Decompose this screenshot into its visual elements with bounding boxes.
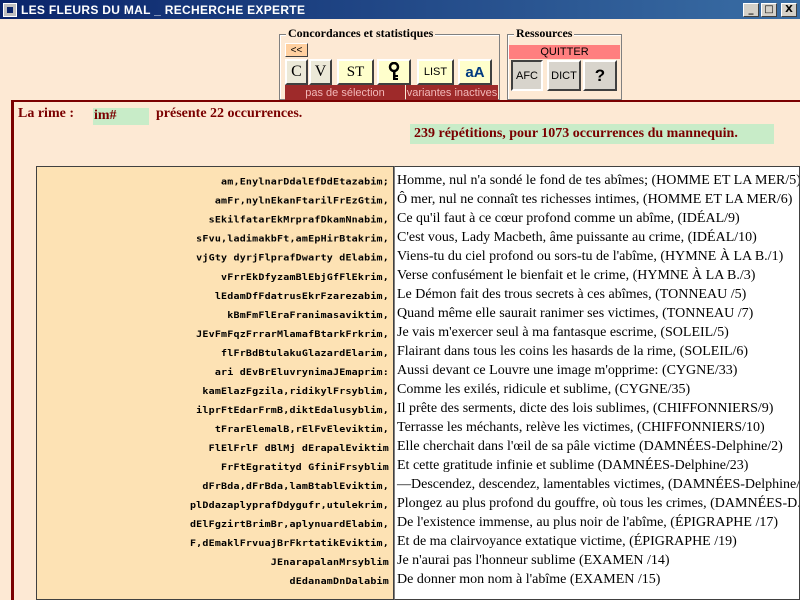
verse-item[interactable]: Elle cherchait dans l'œil de sa pâle vic… [395, 437, 799, 456]
verse-item[interactable]: Quand même elle saurait ranimer ses vict… [395, 304, 799, 323]
close-button[interactable]: X [781, 2, 797, 17]
phonetic-item[interactable]: vjGty dyrjFlprafDwarty dElabim, [37, 250, 389, 267]
key-button[interactable] [377, 59, 411, 85]
concordances-legend: Concordances et statistiques [286, 26, 436, 41]
verse-item[interactable]: Aussi devant ce Louvre une image m'oppri… [395, 361, 799, 380]
verse-item[interactable]: Il prête des serments, dicte des lois su… [395, 399, 799, 418]
verse-item[interactable]: De donner mon nom à l'abîme (EXAMEN /15) [395, 570, 799, 589]
maximize-button[interactable]: □ [761, 2, 777, 17]
verse-item[interactable]: Et cette gratitude infinie et sublime (D… [395, 456, 799, 475]
verse-item[interactable]: Verse confusément le bienfait et le crim… [395, 266, 799, 285]
minimize-button[interactable]: _ [743, 2, 759, 17]
verse-item[interactable]: Ô mer, nul ne connaît tes richesses inti… [395, 190, 799, 209]
variantes-status: variantes inactives [406, 85, 498, 100]
phonetic-item[interactable]: JEvFmFqzFrrarMlamafBtarkFrkrim, [37, 326, 389, 343]
window-title: LES FLEURS DU MAL _ RECHERCHE EXPERTE [21, 2, 306, 17]
phonetic-item[interactable]: JEnarapalanMrsyblim [37, 554, 389, 571]
verse-item[interactable]: Terrasse les méchants, relève les victim… [395, 418, 799, 437]
list-button[interactable]: LIST [417, 59, 454, 85]
case-button[interactable]: aA [458, 59, 492, 85]
phonetic-item[interactable]: F,dEmaklFrvuajBrFkrtatikEviktim, [37, 535, 389, 552]
phonetic-item[interactable]: ilprFtEdarFrmB,diktEdalusyblim, [37, 402, 389, 419]
st-button[interactable]: ST [337, 59, 374, 85]
phonetic-item[interactable]: flFrBdBtulakuGlazardElarim, [37, 345, 389, 362]
phonetic-item[interactable]: dFrBda,dFrBda,lamBtablEviktim, [37, 478, 389, 495]
selection-status: pas de sélection [285, 85, 405, 100]
verse-item[interactable]: —Descendez, descendez, lamentables victi… [395, 475, 799, 494]
verse-item[interactable]: Plongez au plus profond du gouffre, où t… [395, 494, 799, 513]
v-button[interactable]: V [309, 59, 332, 85]
verse-item[interactable]: Le Démon fait des trous secrets à ces ab… [395, 285, 799, 304]
verse-item[interactable]: Ce qu'il faut à ce cœur profond comme un… [395, 209, 799, 228]
phonetic-item[interactable]: kamElazFgzila,ridikylFrsyblim, [37, 383, 389, 400]
verse-list[interactable]: Homme, nul n'a sondé le fond de tes abîm… [394, 166, 800, 600]
verse-item[interactable]: De l'existence immense, au plus noir de … [395, 513, 799, 532]
rime-label: La rime : [18, 106, 78, 122]
phonetic-item[interactable]: plDdazaplyprafDdygufr,utulekrim, [37, 497, 389, 514]
phonetic-item[interactable]: vFrrEkDfyzamBlEbjGfFlEkrim, [37, 269, 389, 286]
phonetic-item[interactable]: FlElFrlF dBlMj dErapalEviktim [37, 440, 389, 457]
phonetic-item[interactable]: dElFgzirtBrimBr,aplynuardElabim, [37, 516, 389, 533]
phonetic-item[interactable]: ari dEvBrEluvrynimaJEmaprim: [37, 364, 389, 381]
c-button[interactable]: C [285, 59, 308, 85]
phonetic-item[interactable]: lEdamDfFdatrusEkrFzarezabim, [37, 288, 389, 305]
verse-item[interactable]: Homme, nul n'a sondé le fond de tes abîm… [395, 171, 799, 190]
afc-button[interactable]: AFC [511, 60, 543, 91]
phonetic-item[interactable]: FrFtEgratityd GfiniFrsyblim [37, 459, 389, 476]
phonetic-item[interactable]: kBmFmFlEraFranimasaviktim, [37, 307, 389, 324]
app-icon[interactable] [3, 2, 17, 17]
verse-item[interactable]: Comme les exilés, ridicule et sublime, (… [395, 380, 799, 399]
phonetic-list[interactable]: am,EnylnarDdalEfDdEtazabim; amFr,nylnEka… [36, 166, 394, 600]
phonetic-item[interactable]: tFrarElemalB,rElFvEleviktim, [37, 421, 389, 438]
key-icon [388, 62, 400, 80]
verse-item[interactable]: C'est vous, Lady Macbeth, âme puissante … [395, 228, 799, 247]
verse-item[interactable]: Et de ma clairvoyance extatique victime,… [395, 532, 799, 551]
occurrence-count: présente 22 occurrences. [156, 106, 307, 122]
phonetic-item[interactable]: sEkilfatarEkMrprafDkamNnabim, [37, 212, 389, 229]
verse-item[interactable]: Je n'aurai pas l'honneur sublime (EXAMEN… [395, 551, 799, 570]
phonetic-item[interactable]: am,EnylnarDdalEfDdEtazabim; [37, 174, 389, 191]
verse-item[interactable]: Viens-tu du ciel profond ou sors-tu de l… [395, 247, 799, 266]
verse-item[interactable]: Je vais m'exercer seul à ma fantasque es… [395, 323, 799, 342]
back-button[interactable]: << [285, 43, 308, 57]
phonetic-item[interactable]: sFvu,ladimakbFt,amEpHirBtakrim, [37, 231, 389, 248]
rime-value[interactable]: im# [93, 108, 149, 125]
quit-button[interactable]: QUITTER [509, 45, 620, 59]
repetitions-summary: 239 répétitions, pour 1073 occurrences d… [410, 124, 774, 144]
phonetic-item[interactable]: dEdanamDnDalabim [37, 573, 389, 590]
dict-button[interactable]: DICT [547, 60, 581, 91]
ressources-legend: Ressources [514, 26, 575, 41]
phonetic-item[interactable]: amFr,nylnEkanFtarilFrEzGtim, [37, 193, 389, 210]
help-button[interactable]: ? [583, 60, 617, 91]
verse-item[interactable]: Flairant dans tous les coins les hasards… [395, 342, 799, 361]
title-bar: LES FLEURS DU MAL _ RECHERCHE EXPERTE _ … [0, 0, 800, 19]
